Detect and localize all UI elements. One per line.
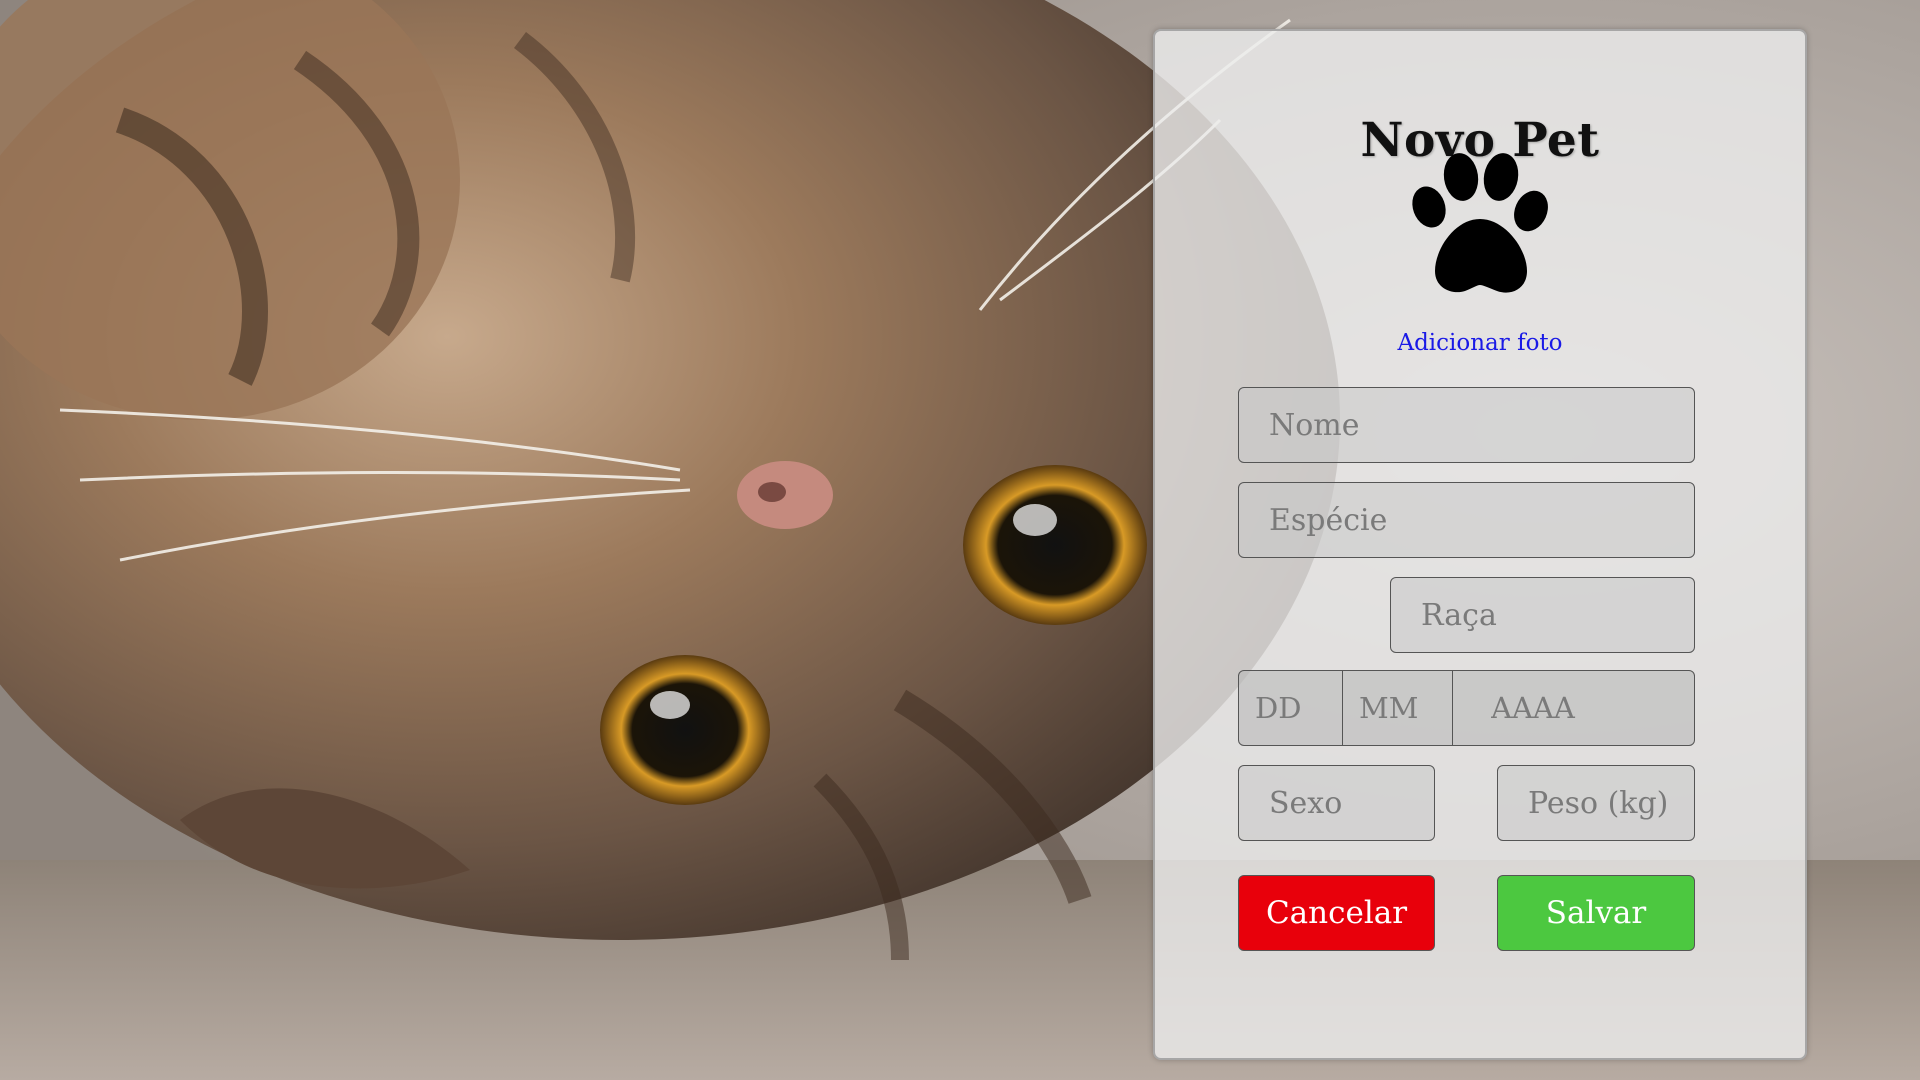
save-button[interactable]: Salvar [1497, 875, 1695, 951]
year-field[interactable] [1453, 671, 1694, 745]
especie-field[interactable] [1238, 482, 1695, 558]
cancel-button[interactable]: Cancelar [1238, 875, 1435, 951]
sexo-input[interactable] [1269, 785, 1434, 821]
nome-input[interactable] [1269, 407, 1694, 443]
peso-input[interactable] [1528, 785, 1694, 821]
year-input[interactable] [1491, 691, 1694, 725]
nome-field[interactable] [1238, 387, 1695, 463]
especie-input[interactable] [1269, 502, 1694, 538]
raca-field[interactable] [1390, 577, 1695, 653]
raca-input[interactable] [1421, 597, 1694, 633]
day-field[interactable] [1239, 671, 1343, 745]
add-photo-link[interactable]: Adicionar foto [1155, 330, 1805, 356]
day-input[interactable] [1255, 691, 1342, 725]
peso-field[interactable] [1497, 765, 1695, 841]
month-field[interactable] [1343, 671, 1453, 745]
new-pet-form-card: Novo Pet Adicionar foto Nome Espécie Raç… [1153, 29, 1807, 1060]
birth-date-group [1238, 670, 1695, 746]
add-photo-icon-area[interactable] [1405, 149, 1555, 299]
sexo-field[interactable] [1238, 765, 1435, 841]
month-input[interactable] [1359, 691, 1452, 725]
paw-icon [1412, 153, 1548, 293]
